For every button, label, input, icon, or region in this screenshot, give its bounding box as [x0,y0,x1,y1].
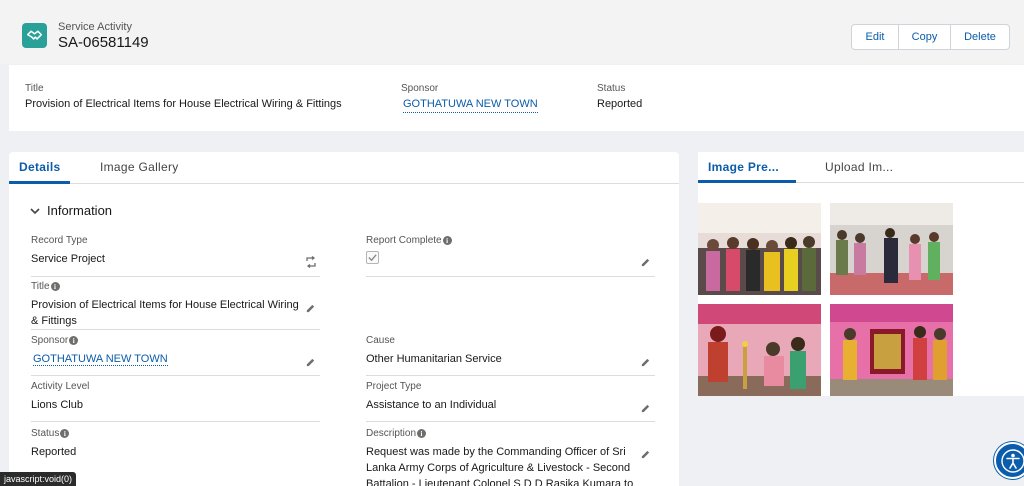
divider [31,329,320,330]
field-activity-level: Activity Level Lions Club [31,381,321,413]
browser-status-bar: javascript:void(0) [0,472,77,486]
checkmark-icon [368,254,377,262]
delete-button[interactable]: Delete [951,25,1009,49]
edit-pencil-icon[interactable] [640,357,651,368]
details-panel: Details Image Gallery Information Record… [9,152,679,486]
info-icon[interactable]: i [60,429,70,438]
tab-image-gallery[interactable]: Image Gallery [100,160,179,174]
activity-level-value: Lions Club [31,399,83,411]
highlight-sponsor-wrap: GOTHATUWA NEW TOWN [403,98,538,113]
project-type-label: Project Type [366,381,422,392]
highlight-sponsor: Sponsor GOTHATUWA NEW TOWN [401,83,538,113]
event-photo-3 [698,304,821,396]
edit-pencil-icon[interactable] [640,449,651,460]
object-type-label: Service Activity [58,21,132,33]
divider [366,421,655,422]
highlight-title-label: Title [25,83,44,94]
record-header: Service Activity SA-06581149 Edit Copy D… [0,0,1024,64]
record-name: SA-06581149 [58,34,149,51]
highlight-sponsor-link[interactable]: GOTHATUWA NEW TOWN [403,98,538,113]
section-title: Information [47,203,113,218]
event-photo-4 [830,304,953,396]
title-label-row: Title i [31,281,321,292]
field-cause: Cause Other Humanitarian Service [366,335,656,367]
sponsor-link[interactable]: GOTHATUWA NEW TOWN [33,353,168,366]
field-sponsor: Sponsor i GOTHATUWA NEW TOWN [31,335,321,367]
description-label-row: Description i [366,428,656,439]
record-type-label: Record Type [31,235,88,246]
divider [366,276,655,277]
info-icon[interactable]: i [442,236,452,245]
field-title: Title i Provision of Electrical Items for… [31,281,321,329]
action-button-group: Edit Copy Delete [851,24,1010,50]
edit-pencil-icon[interactable] [305,357,316,368]
gallery-thumbnail-4[interactable] [830,304,953,396]
status-label: Status [31,428,60,439]
edit-pencil-icon[interactable] [640,257,651,268]
copy-button[interactable]: Copy [899,25,951,49]
tab-details[interactable]: Details [19,160,60,174]
field-status: Status i Reported [31,428,321,460]
gallery-thumbnail-3[interactable] [698,304,821,396]
sponsor-label: Sponsor [31,335,69,346]
project-type-value: Assistance to an Individual [366,399,497,411]
divider [31,276,320,277]
right-tab-bar: Image Pre... Upload Im... [698,152,1024,183]
highlight-status: Status Reported [597,83,642,110]
tab-image-preview[interactable]: Image Pre... [708,160,779,174]
status-value: Reported [31,446,77,458]
cause-value: Other Humanitarian Service [366,353,502,365]
report-complete-checkbox [366,251,379,264]
description-value: Request was made by the Commanding Offic… [366,446,634,486]
record-type-value: Service Project [31,253,105,265]
edit-pencil-icon[interactable] [640,403,651,414]
active-tab-indicator [698,180,796,183]
field-project-type: Project Type Assistance to an Individual [366,381,656,413]
highlights-panel: Title Provision of Electrical Items for … [9,65,1024,131]
highlight-status-label: Status [597,83,626,94]
accessibility-icon [1000,448,1024,473]
active-tab-indicator [9,181,70,184]
divider [366,375,655,376]
edit-pencil-icon[interactable] [305,303,316,314]
info-icon[interactable]: i [69,336,79,345]
tab-upload-image[interactable]: Upload Im... [825,160,893,174]
report-complete-label-row: Report Complete i [366,235,656,246]
activity-level-label: Activity Level [31,381,90,392]
edit-button[interactable]: Edit [852,25,899,49]
sponsor-value-wrap: GOTHATUWA NEW TOWN [33,351,308,367]
title-value: Provision of Electrical Items for House … [31,299,299,327]
change-record-type-icon[interactable] [305,256,317,268]
highlight-status-value: Reported [597,98,643,110]
chevron-down-icon [30,207,40,214]
image-panel: Image Pre... Upload Im... [698,152,1024,396]
field-description: Description i Request was made by the Com… [366,428,656,486]
gallery-thumbnail-1[interactable] [698,203,821,295]
field-record-type: Record Type Service Project [31,235,321,267]
highlight-title: Title Provision of Electrical Items for … [25,83,342,110]
info-icon[interactable]: i [50,282,60,291]
info-icon[interactable]: i [417,429,427,438]
highlight-sponsor-label: Sponsor [401,83,439,94]
field-report-complete: Report Complete i [366,235,656,264]
divider [31,421,320,422]
sponsor-label-row: Sponsor i [31,335,321,346]
information-section-toggle[interactable]: Information [29,203,112,218]
gallery-thumbnail-2[interactable] [830,203,953,295]
event-photo-1 [698,203,821,295]
event-photo-2 [830,203,953,295]
divider [31,375,320,376]
report-complete-label: Report Complete [366,235,442,246]
accessibility-button[interactable] [994,442,1024,479]
description-label: Description [366,428,417,439]
left-tab-bar: Details Image Gallery [9,152,679,184]
highlight-title-value: Provision of Electrical Items for House … [25,98,342,110]
cause-label: Cause [366,335,395,346]
handshake-icon [22,23,47,48]
status-label-row: Status i [31,428,321,439]
title-label: Title [31,281,50,292]
